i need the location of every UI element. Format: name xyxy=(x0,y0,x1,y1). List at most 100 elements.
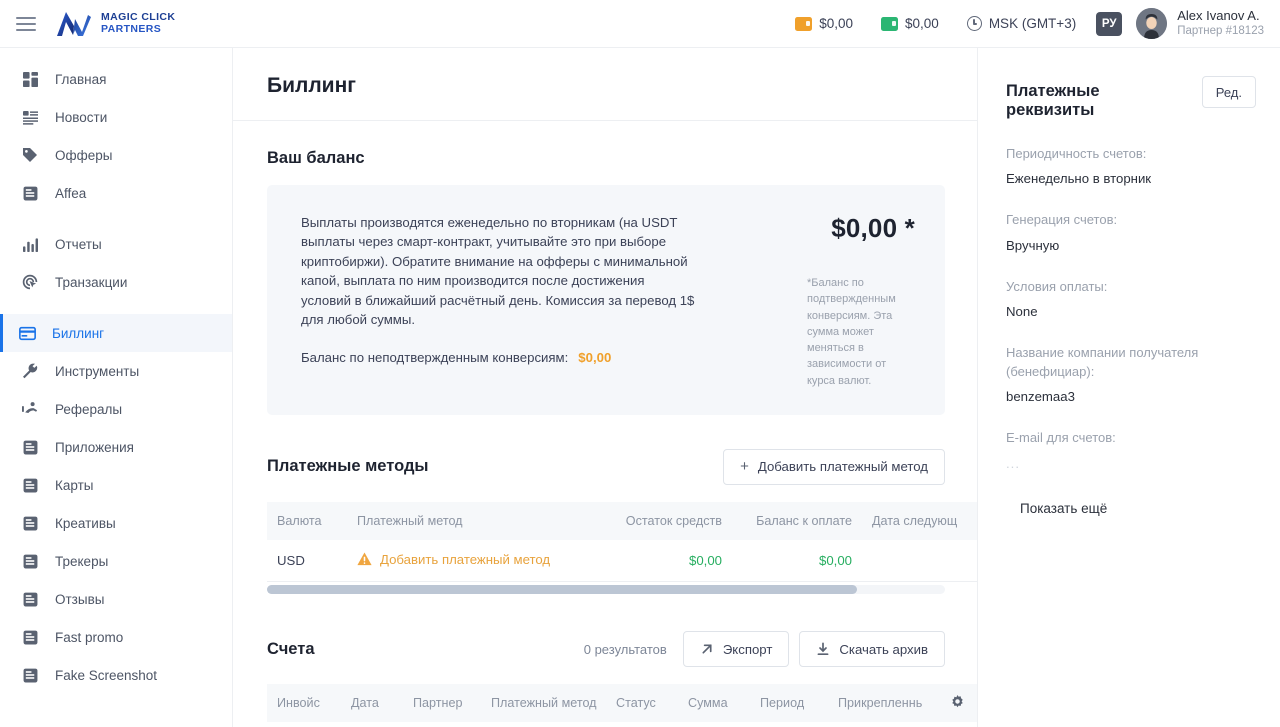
sidebar-item-home[interactable]: Главная xyxy=(0,60,232,98)
show-more-button[interactable]: Показать ещё xyxy=(1006,501,1256,516)
sidebar-item-cards[interactable]: Карты xyxy=(0,466,232,504)
gear-icon[interactable] xyxy=(948,694,966,712)
main-content: Биллинг Ваш баланс Выплаты производятся … xyxy=(233,48,977,727)
language-switcher[interactable]: РУ xyxy=(1096,11,1123,36)
column-header-amount[interactable]: Сумма xyxy=(678,684,750,723)
dashboard-icon xyxy=(20,69,40,89)
column-header-settings[interactable] xyxy=(938,684,977,723)
table-header-row: Инвойс Дата Партнер Платежный метод Стат… xyxy=(267,684,977,723)
timezone-label: MSK (GMT+3) xyxy=(988,16,1077,31)
sidebar-item-fast-promo[interactable]: Fast promo xyxy=(0,618,232,656)
export-button[interactable]: Экспорт xyxy=(682,631,790,668)
sidebar-item-label: Главная xyxy=(55,71,107,87)
sidebar-item-fake-screenshot[interactable]: Fake Screenshot xyxy=(0,656,232,694)
brand-logo[interactable]: MAGIC CLICK PARTNERS xyxy=(54,10,175,38)
add-payment-method-label: Добавить платежный метод xyxy=(757,459,928,475)
cell-method: Добавить платежный метод xyxy=(347,539,597,583)
requisites-panel: Платежные реквизиты Ред. Периодичность с… xyxy=(977,48,1280,727)
sidebar-item-creatives[interactable]: Креативы xyxy=(0,504,232,542)
payment-methods-table-wrap: Валюта Платежный метод Остаток средств Б… xyxy=(267,501,977,595)
sidebar-item-label: Отчеты xyxy=(55,236,102,252)
timezone-selector[interactable]: MSK (GMT+3) xyxy=(953,16,1090,31)
field-label: Название компании получателя (бенефициар… xyxy=(1006,345,1199,379)
logo-line-2: PARTNERS xyxy=(101,22,162,35)
wallet-icon xyxy=(881,16,899,31)
tag-icon xyxy=(20,145,40,165)
column-header-partner[interactable]: Партнер xyxy=(403,684,481,723)
avatar xyxy=(1136,8,1168,39)
column-header-next-date[interactable]: Дата следующ xyxy=(862,501,977,540)
logo-line-1: MAGIC CLICK xyxy=(101,11,176,24)
arrow-up-right-icon xyxy=(702,644,712,654)
column-header-payment-method[interactable]: Платежный метод xyxy=(481,684,606,723)
column-header-currency[interactable]: Валюта xyxy=(267,501,347,540)
user-menu[interactable]: Alex Ivanov A. Партнер #18123 xyxy=(1132,8,1264,39)
header-right-group: $0,00 $0,00 MSK (GMT+3) РУ Alex Ivanov A… xyxy=(781,8,1264,39)
edit-requisites-button[interactable]: Ред. xyxy=(1201,76,1256,108)
sidebar-item-tools[interactable]: Инструменты xyxy=(0,352,232,390)
scrollbar-thumb[interactable] xyxy=(267,585,857,595)
sidebar-item-news[interactable]: Новости xyxy=(0,98,232,136)
sidebar-divider xyxy=(0,301,232,314)
field-value: Еженедельно в вторник xyxy=(1006,171,1152,187)
sidebar-item-trackers[interactable]: Трекеры xyxy=(0,542,232,580)
column-header-date[interactable]: Дата xyxy=(341,684,403,723)
table-header-row: Валюта Платежный метод Остаток средств Б… xyxy=(267,501,977,540)
sidebar-item-label: Fast promo xyxy=(55,629,124,645)
column-header-status[interactable]: Статус xyxy=(606,684,678,723)
download-archive-label: Скачать архив xyxy=(839,641,928,657)
user-meta: Alex Ivanov A. Партнер #18123 xyxy=(1177,8,1264,39)
billing-page: MAGIC CLICK PARTNERS $0,00 $0,00 MSK (GM… xyxy=(0,0,1280,727)
field-value: None xyxy=(1006,304,1038,320)
plus-icon: + xyxy=(740,458,749,476)
document-icon xyxy=(20,437,40,457)
sidebar-item-label: Биллинг xyxy=(52,325,105,341)
column-header-invoice[interactable]: Инвойс xyxy=(267,684,341,723)
sidebar-item-label: Новости xyxy=(55,109,108,125)
sidebar-item-billing[interactable]: Биллинг xyxy=(0,314,232,352)
column-header-period[interactable]: Период xyxy=(750,684,828,723)
avatar-image xyxy=(1136,8,1168,39)
requisite-field-invoice-generation: Генерация счетов: Вручную xyxy=(1006,211,1256,252)
column-header-balance-left[interactable]: Остаток средств xyxy=(597,501,732,540)
column-header-attachments[interactable]: Прикрепленнь xyxy=(828,684,938,723)
sidebar-item-label: Рефералы xyxy=(55,401,123,417)
horizontal-scrollbar[interactable] xyxy=(267,585,945,595)
document-icon xyxy=(20,627,40,647)
sidebar-item-referrals[interactable]: Рефералы xyxy=(0,390,232,428)
column-header-method[interactable]: Платежный метод xyxy=(347,501,597,540)
balance-card-left: Выплаты производятся еженедельно по втор… xyxy=(301,213,696,389)
add-payment-method-link-label: Добавить платежный метод xyxy=(380,551,551,567)
payment-methods-table: Валюта Платежный метод Остаток средств Б… xyxy=(267,501,977,583)
download-archive-button[interactable]: Скачать архив xyxy=(799,631,945,668)
referral-icon xyxy=(20,399,40,419)
field-label: Периодичность счетов: xyxy=(1006,146,1147,161)
field-label: Условия оплаты: xyxy=(1006,278,1108,294)
add-payment-method-button[interactable]: + Добавить платежный метод xyxy=(723,448,945,485)
table-row[interactable]: USD Добавить платежный метод $0,00 $0,00 xyxy=(267,539,977,583)
clock-icon xyxy=(966,16,982,31)
hamburger-icon[interactable] xyxy=(12,10,40,38)
requisites-header: Платежные реквизиты Ред. xyxy=(1006,76,1256,120)
unconfirmed-balance-value: $0,00 xyxy=(578,350,612,366)
field-value: Вручную xyxy=(1006,237,1060,253)
sidebar-item-affea[interactable]: Affea xyxy=(0,174,232,212)
add-payment-method-link[interactable]: Добавить платежный метод xyxy=(357,552,550,567)
column-header-balance-due[interactable]: Баланс к оплате xyxy=(732,501,862,540)
sidebar-item-offers[interactable]: Офферы xyxy=(0,136,232,174)
sidebar-item-label: Транзакции xyxy=(55,274,128,290)
wallet-orange-balance[interactable]: $0,00 xyxy=(781,16,867,31)
wallet-green-balance[interactable]: $0,00 xyxy=(867,16,953,31)
sidebar-item-reports[interactable]: Отчеты xyxy=(0,225,232,263)
sidebar-item-reviews[interactable]: Отзывы xyxy=(0,580,232,618)
balance-section-title: Ваш баланс xyxy=(267,149,365,167)
sidebar-item-transactions[interactable]: Транзакции xyxy=(0,263,232,301)
sidebar-item-label: Офферы xyxy=(55,147,113,163)
balance-section-header: Ваш баланс xyxy=(267,149,945,168)
requisite-field-billing-frequency: Периодичность счетов: Еженедельно в втор… xyxy=(1006,145,1256,186)
sidebar-divider xyxy=(0,212,232,225)
export-button-label: Экспорт xyxy=(722,641,773,657)
sidebar-item-apps[interactable]: Приложения xyxy=(0,428,232,466)
cell-currency: USD xyxy=(267,539,347,583)
cell-balance-due: $0,00 xyxy=(732,539,862,583)
